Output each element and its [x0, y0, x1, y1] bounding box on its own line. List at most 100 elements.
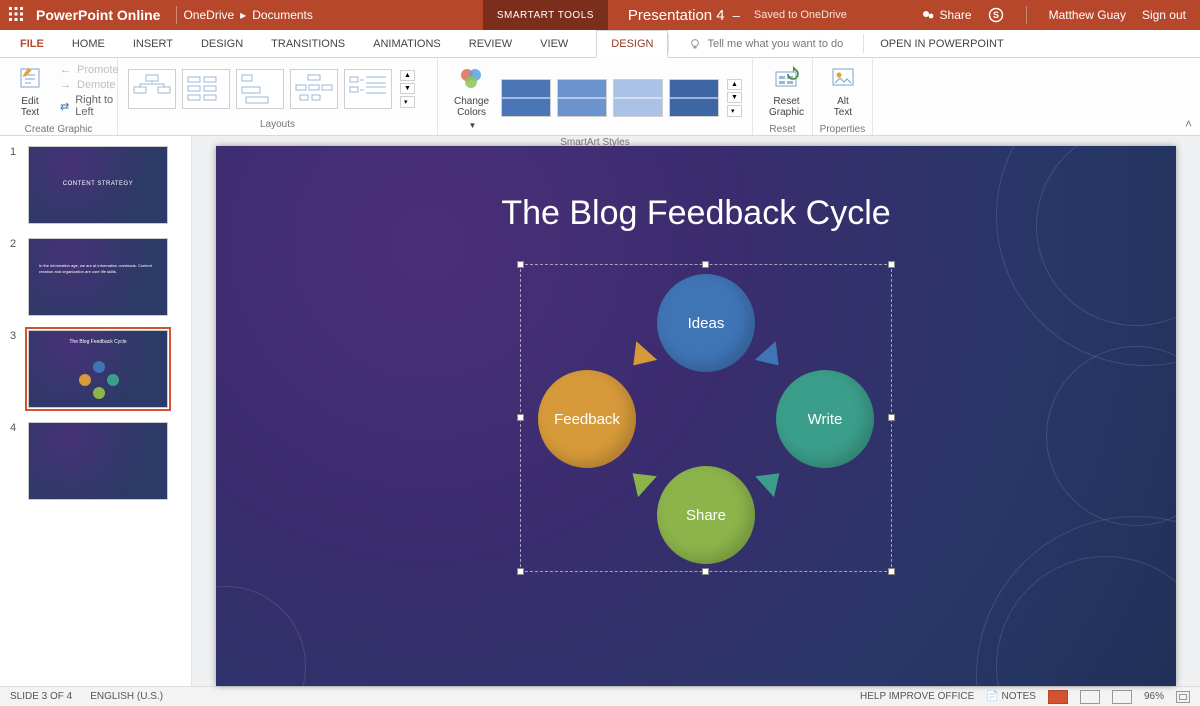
- collapse-ribbon-icon[interactable]: ˄: [1185, 117, 1192, 131]
- resize-handle-br[interactable]: [888, 568, 895, 575]
- breadcrumb[interactable]: OneDrive ▸ Documents: [183, 8, 312, 22]
- contextual-tab-smartart[interactable]: SMARTART TOOLS: [483, 0, 608, 30]
- dash: –: [733, 8, 740, 23]
- breadcrumb-documents[interactable]: Documents: [252, 8, 313, 22]
- layout-option-4[interactable]: [290, 69, 338, 109]
- view-sorter-button[interactable]: [1080, 690, 1100, 704]
- layout-option-5[interactable]: [344, 69, 392, 109]
- style-option-1[interactable]: [501, 79, 551, 117]
- sign-out-link[interactable]: Sign out: [1142, 8, 1186, 22]
- ribbon-group-properties: Alt Text Properties: [813, 58, 873, 135]
- status-language[interactable]: ENGLISH (U.S.): [90, 691, 163, 702]
- slide-canvas[interactable]: The Blog Feedback Cycle Ideas Write Shar…: [216, 146, 1176, 686]
- ribbon-group-layouts: ▲ ▼ ▾ Layouts: [118, 58, 438, 135]
- thumb1-title: CONTENT STRATEGY: [29, 181, 167, 187]
- slide-thumbnail-1[interactable]: CONTENT STRATEGY: [28, 146, 168, 224]
- layout-option-3[interactable]: [236, 69, 284, 109]
- tab-animations[interactable]: ANIMATIONS: [359, 30, 455, 57]
- resize-handle-t[interactable]: [702, 261, 709, 268]
- slide-thumbnail-2[interactable]: In the information age, we are at inform…: [28, 238, 168, 316]
- styles-more[interactable]: ▾: [727, 105, 742, 117]
- breadcrumb-onedrive[interactable]: OneDrive: [183, 8, 234, 22]
- skype-icon[interactable]: S: [988, 7, 1004, 23]
- tab-home[interactable]: HOME: [58, 30, 119, 57]
- tab-transitions[interactable]: TRANSITIONS: [257, 30, 359, 57]
- chevron-right-icon: ▸: [240, 8, 246, 22]
- cycle-node-write[interactable]: Write: [776, 370, 874, 468]
- slide-thumbnail-3[interactable]: The Blog Feedback Cycle: [28, 330, 168, 408]
- edit-text-label: Edit Text: [21, 96, 39, 118]
- divider: [1026, 6, 1027, 24]
- resize-handle-tl[interactable]: [517, 261, 524, 268]
- slide-thumbnail-4[interactable]: [28, 422, 168, 500]
- app-launcher-icon[interactable]: [0, 7, 32, 24]
- fit-to-window-icon[interactable]: [1176, 691, 1190, 703]
- thumb-number-1: 1: [10, 146, 20, 224]
- alt-text-label: Alt Text: [834, 96, 852, 118]
- tab-design[interactable]: DESIGN: [187, 30, 257, 57]
- resize-handle-r[interactable]: [888, 414, 895, 421]
- styles-scroll-up[interactable]: ▲: [727, 79, 742, 90]
- alt-text-icon: [829, 64, 857, 92]
- alt-text-button[interactable]: Alt Text: [823, 62, 863, 120]
- app-name[interactable]: PowerPoint Online: [32, 7, 170, 23]
- tab-smartart-design[interactable]: DESIGN: [596, 30, 668, 58]
- view-slideshow-button[interactable]: [1112, 690, 1132, 704]
- styles-scroll-down[interactable]: ▼: [727, 92, 742, 103]
- open-in-powerpoint[interactable]: OPEN IN POWERPOINT: [864, 30, 1019, 57]
- group-label-create: Create Graphic: [0, 124, 117, 135]
- edit-text-icon: [16, 64, 44, 92]
- tab-review[interactable]: REVIEW: [455, 30, 526, 57]
- tab-insert[interactable]: INSERT: [119, 30, 187, 57]
- color-icon: [458, 64, 486, 92]
- smartart-cycle[interactable]: Ideas Write Share Feedback: [526, 270, 886, 566]
- user-name[interactable]: Matthew Guay: [1049, 8, 1126, 22]
- layouts-scroll-down[interactable]: ▼: [400, 83, 415, 94]
- change-colors-button[interactable]: Change Colors▼: [448, 62, 495, 133]
- bulb-icon: [689, 38, 701, 50]
- cycle-node-ideas[interactable]: Ideas: [657, 274, 755, 372]
- cycle-node-feedback[interactable]: Feedback: [538, 370, 636, 468]
- share-icon: [922, 9, 936, 21]
- thumb3-title: The Blog Feedback Cycle: [29, 339, 167, 345]
- view-normal-button[interactable]: [1048, 690, 1068, 704]
- help-improve-office[interactable]: HELP IMPROVE OFFICE: [860, 691, 974, 702]
- resize-handle-tr[interactable]: [888, 261, 895, 268]
- share-button[interactable]: Share: [922, 8, 972, 22]
- reset-graphic-button[interactable]: Reset Graphic: [763, 62, 810, 120]
- presentation-title[interactable]: Presentation 4: [628, 7, 725, 24]
- zoom-level[interactable]: 96%: [1144, 691, 1164, 702]
- resize-handle-bl[interactable]: [517, 568, 524, 575]
- promote-label: Promote: [77, 64, 119, 76]
- reset-icon: [772, 64, 800, 92]
- layouts-more[interactable]: ▾: [400, 96, 415, 108]
- divider: [176, 6, 177, 24]
- arrow-right-icon: →: [60, 79, 71, 91]
- edit-text-button[interactable]: Edit Text: [10, 62, 50, 120]
- layout-option-2[interactable]: [182, 69, 230, 109]
- tell-me-search[interactable]: Tell me what you want to do: [669, 30, 863, 57]
- style-option-2[interactable]: [557, 79, 607, 117]
- layout-option-1[interactable]: [128, 69, 176, 109]
- change-colors-label: Change Colors: [454, 96, 489, 118]
- status-slide-of[interactable]: SLIDE 3 OF 4: [10, 691, 72, 702]
- resize-handle-l[interactable]: [517, 414, 524, 421]
- style-option-3[interactable]: [613, 79, 663, 117]
- promote-button[interactable]: ←Promote: [60, 64, 119, 76]
- ribbon-group-reset: Reset Graphic Reset: [753, 58, 813, 135]
- notes-button[interactable]: 📄 NOTES: [986, 691, 1036, 702]
- ribbon-group-create-graphic: Edit Text ←Promote →Demote ⇄Right to Lef…: [0, 58, 118, 135]
- cycle-node-share[interactable]: Share: [657, 466, 755, 564]
- status-bar: SLIDE 3 OF 4 ENGLISH (U.S.) HELP IMPROVE…: [0, 686, 1200, 706]
- tab-view[interactable]: VIEW: [526, 30, 582, 57]
- thumb-number-2: 2: [10, 238, 20, 316]
- layouts-scroll-up[interactable]: ▲: [400, 70, 415, 81]
- right-to-left-button[interactable]: ⇄Right to Left: [60, 94, 119, 118]
- tab-file[interactable]: FILE: [6, 30, 58, 57]
- style-option-4[interactable]: [669, 79, 719, 117]
- thumb-number-3: 3: [10, 330, 20, 408]
- resize-handle-b[interactable]: [702, 568, 709, 575]
- slide-title[interactable]: The Blog Feedback Cycle: [216, 194, 1176, 233]
- slide-canvas-area[interactable]: The Blog Feedback Cycle Ideas Write Shar…: [192, 136, 1200, 686]
- demote-button[interactable]: →Demote: [60, 79, 119, 91]
